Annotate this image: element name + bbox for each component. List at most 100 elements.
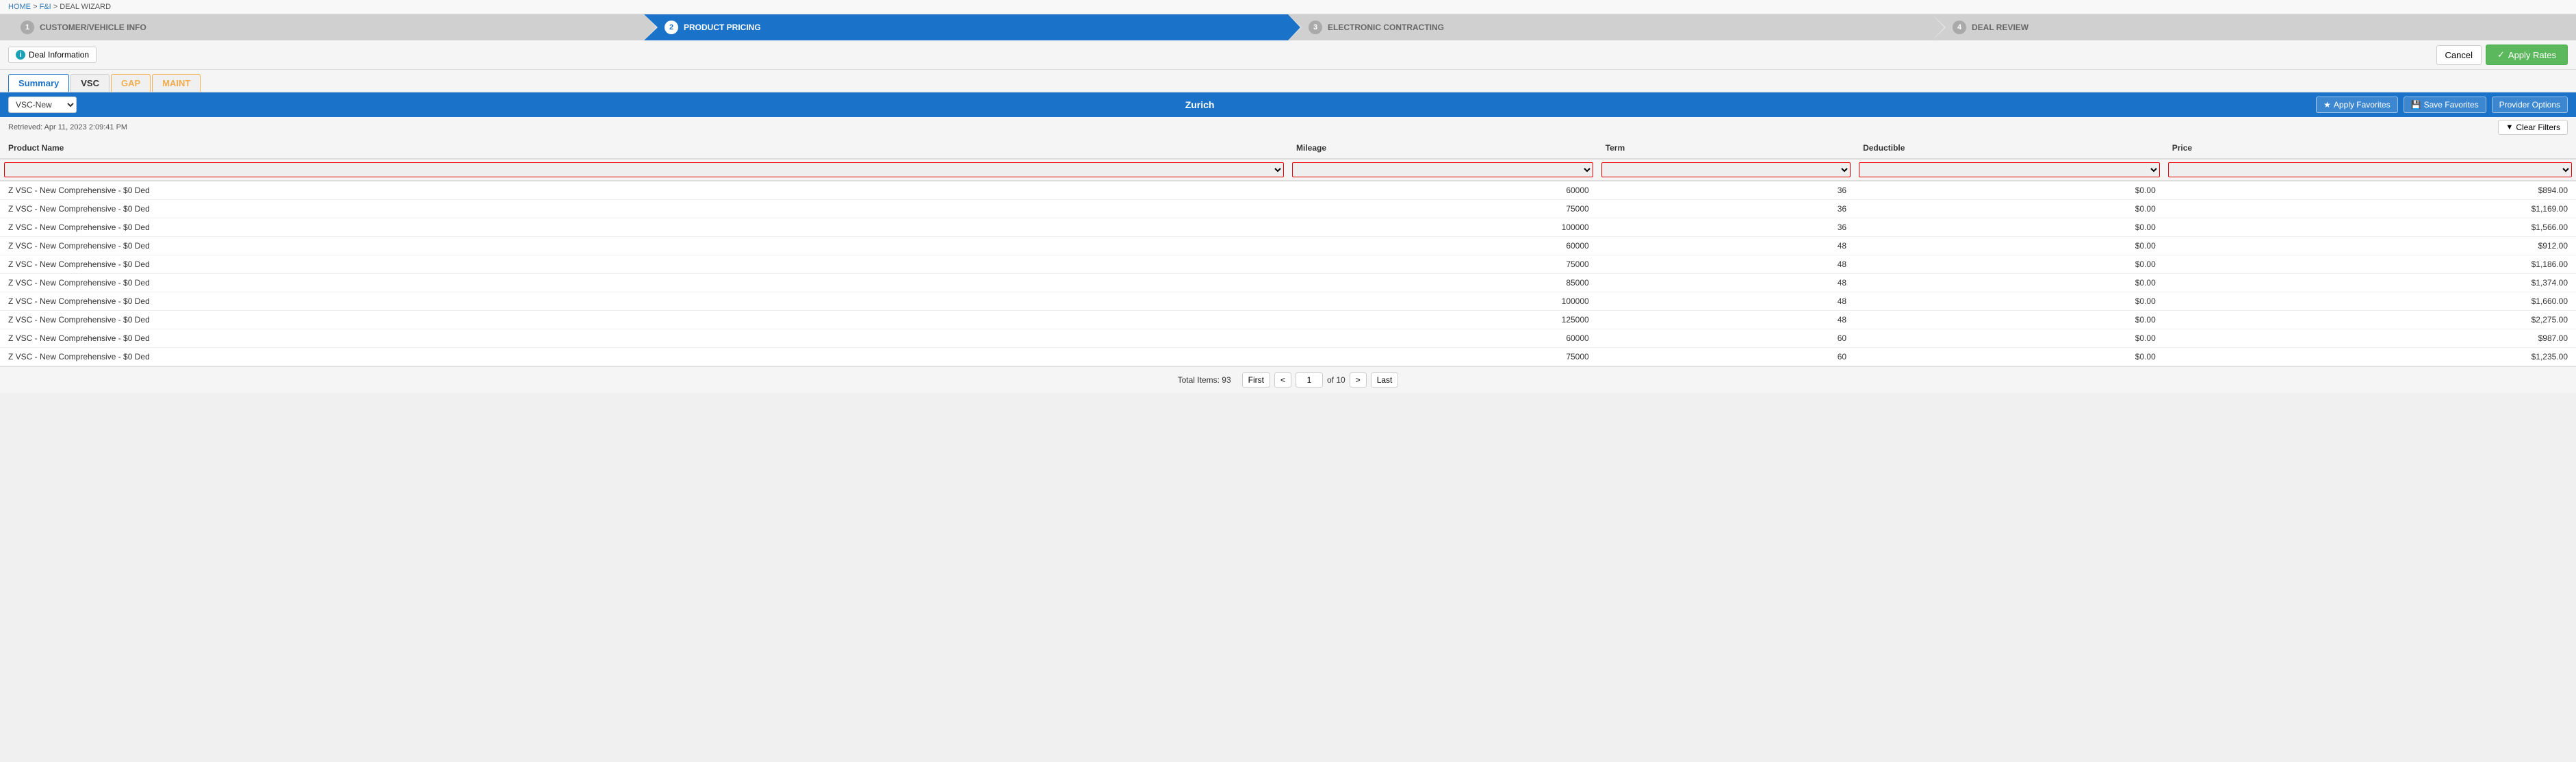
next-page-button[interactable]: > (1350, 372, 1367, 388)
cell-deductible-3: $0.00 (1855, 237, 2164, 255)
provider-options-button[interactable]: Provider Options (2492, 97, 2568, 113)
table-header-row: Product Name Mileage Term Deductible Pri… (0, 138, 2576, 159)
cell-term-7: 48 (1597, 311, 1855, 329)
cell-mileage-3: 60000 (1288, 237, 1597, 255)
table-row[interactable]: Z VSC - New Comprehensive - $0 Ded 75000… (0, 200, 2576, 218)
cell-product-9: Z VSC - New Comprehensive - $0 Ded (0, 348, 1288, 366)
filter-product-select[interactable] (4, 162, 1284, 177)
cell-deductible-4: $0.00 (1855, 255, 2164, 274)
cell-mileage-4: 75000 (1288, 255, 1597, 274)
table-row[interactable]: Z VSC - New Comprehensive - $0 Ded 60000… (0, 237, 2576, 255)
star-icon: ★ (2323, 100, 2331, 110)
step-1-label: CUSTOMER/VEHICLE INFO (40, 23, 146, 32)
cell-mileage-5: 85000 (1288, 274, 1597, 292)
table-row[interactable]: Z VSC - New Comprehensive - $0 Ded 75000… (0, 348, 2576, 366)
cell-mileage-9: 75000 (1288, 348, 1597, 366)
column-price: Price (2164, 138, 2576, 159)
table-row[interactable]: Z VSC - New Comprehensive - $0 Ded 85000… (0, 274, 2576, 292)
tab-summary[interactable]: Summary (8, 74, 69, 92)
tab-gap[interactable]: GAP (111, 74, 151, 92)
apply-rates-button[interactable]: ✓ Apply Rates (2486, 45, 2568, 65)
provider-select[interactable]: VSC-New (8, 97, 77, 113)
step-3-label: ELECTRONIC CONTRACTING (1328, 23, 1444, 32)
apply-rates-label: Apply Rates (2508, 50, 2556, 60)
cell-product-2: Z VSC - New Comprehensive - $0 Ded (0, 218, 1288, 237)
filter-deductible-cell[interactable] (1855, 159, 2164, 181)
cell-product-6: Z VSC - New Comprehensive - $0 Ded (0, 292, 1288, 311)
table-row[interactable]: Z VSC - New Comprehensive - $0 Ded 75000… (0, 255, 2576, 274)
step-2-num: 2 (665, 21, 678, 34)
cell-mileage-2: 100000 (1288, 218, 1597, 237)
tabs-container: Summary VSC GAP MAINT (0, 70, 2576, 92)
filter-row (0, 159, 2576, 181)
cell-price-1: $1,169.00 (2164, 200, 2576, 218)
info-icon: i (16, 50, 25, 60)
tab-maint-label: MAINT (162, 78, 190, 88)
filter-price-cell[interactable] (2164, 159, 2576, 181)
cell-product-4: Z VSC - New Comprehensive - $0 Ded (0, 255, 1288, 274)
cell-deductible-5: $0.00 (1855, 274, 2164, 292)
filter-price-select[interactable] (2168, 162, 2572, 177)
column-deductible: Deductible (1855, 138, 2164, 159)
table-row[interactable]: Z VSC - New Comprehensive - $0 Ded 10000… (0, 218, 2576, 237)
table-row[interactable]: Z VSC - New Comprehensive - $0 Ded 60000… (0, 181, 2576, 200)
provider-bar: VSC-New Zurich ★ Apply Favorites 💾 Save … (0, 92, 2576, 117)
step-2-label: PRODUCT PRICING (684, 23, 761, 32)
cell-deductible-2: $0.00 (1855, 218, 2164, 237)
cell-deductible-8: $0.00 (1855, 329, 2164, 348)
cancel-button[interactable]: Cancel (2436, 45, 2482, 65)
cell-price-5: $1,374.00 (2164, 274, 2576, 292)
cell-deductible-9: $0.00 (1855, 348, 2164, 366)
cell-mileage-0: 60000 (1288, 181, 1597, 200)
cell-product-8: Z VSC - New Comprehensive - $0 Ded (0, 329, 1288, 348)
save-favorites-label: Save Favorites (2424, 100, 2479, 110)
table-row[interactable]: Z VSC - New Comprehensive - $0 Ded 60000… (0, 329, 2576, 348)
cell-mileage-1: 75000 (1288, 200, 1597, 218)
breadcrumb-sep1: > (33, 3, 37, 11)
step-2[interactable]: 2 PRODUCT PRICING (644, 14, 1288, 40)
tab-maint[interactable]: MAINT (152, 74, 201, 92)
apply-favorites-button[interactable]: ★ Apply Favorites (2316, 97, 2397, 113)
cell-price-3: $912.00 (2164, 237, 2576, 255)
step-4[interactable]: 4 DEAL REVIEW (1932, 14, 2576, 40)
breadcrumb-fi[interactable]: F&I (40, 3, 51, 11)
action-right: Cancel ✓ Apply Rates (2436, 45, 2568, 65)
cell-deductible-7: $0.00 (1855, 311, 2164, 329)
column-product: Product Name (0, 138, 1288, 159)
filter-mileage-select[interactable] (1292, 162, 1593, 177)
save-favorites-button[interactable]: 💾 Save Favorites (2404, 97, 2486, 113)
first-page-button[interactable]: First (1242, 372, 1270, 388)
cell-mileage-7: 125000 (1288, 311, 1597, 329)
data-table: Product Name Mileage Term Deductible Pri… (0, 138, 2576, 366)
last-page-button[interactable]: Last (1371, 372, 1399, 388)
breadcrumb: HOME > F&I > DEAL WIZARD (0, 0, 2576, 14)
filter-term-select[interactable] (1601, 162, 1851, 177)
cell-product-3: Z VSC - New Comprehensive - $0 Ded (0, 237, 1288, 255)
current-page-input[interactable] (1296, 372, 1323, 388)
cell-term-6: 48 (1597, 292, 1855, 311)
step-1[interactable]: 1 CUSTOMER/VEHICLE INFO (0, 14, 644, 40)
cell-price-6: $1,660.00 (2164, 292, 2576, 311)
clear-filters-button[interactable]: ▼ Clear Filters (2498, 120, 2568, 135)
step-3-num: 3 (1309, 21, 1322, 34)
filter-deductible-select[interactable] (1859, 162, 2160, 177)
cell-deductible-1: $0.00 (1855, 200, 2164, 218)
cell-term-4: 48 (1597, 255, 1855, 274)
action-bar: i Deal Information Cancel ✓ Apply Rates (0, 40, 2576, 70)
cell-product-5: Z VSC - New Comprehensive - $0 Ded (0, 274, 1288, 292)
prev-page-button[interactable]: < (1274, 372, 1291, 388)
filter-product-cell[interactable] (0, 159, 1288, 181)
filter-mileage-cell[interactable] (1288, 159, 1597, 181)
table-row[interactable]: Z VSC - New Comprehensive - $0 Ded 12500… (0, 311, 2576, 329)
filter-term-cell[interactable] (1597, 159, 1855, 181)
cell-deductible-0: $0.00 (1855, 181, 2164, 200)
tab-vsc[interactable]: VSC (70, 74, 110, 92)
step-4-label: DEAL REVIEW (1972, 23, 2028, 32)
table-row[interactable]: Z VSC - New Comprehensive - $0 Ded 10000… (0, 292, 2576, 311)
page-of-label: of 10 (1327, 375, 1345, 385)
deal-information-button[interactable]: i Deal Information (8, 47, 96, 63)
breadcrumb-home[interactable]: HOME (8, 3, 31, 11)
step-3[interactable]: 3 ELECTRONIC CONTRACTING (1288, 14, 1932, 40)
cell-term-9: 60 (1597, 348, 1855, 366)
cell-term-0: 36 (1597, 181, 1855, 200)
